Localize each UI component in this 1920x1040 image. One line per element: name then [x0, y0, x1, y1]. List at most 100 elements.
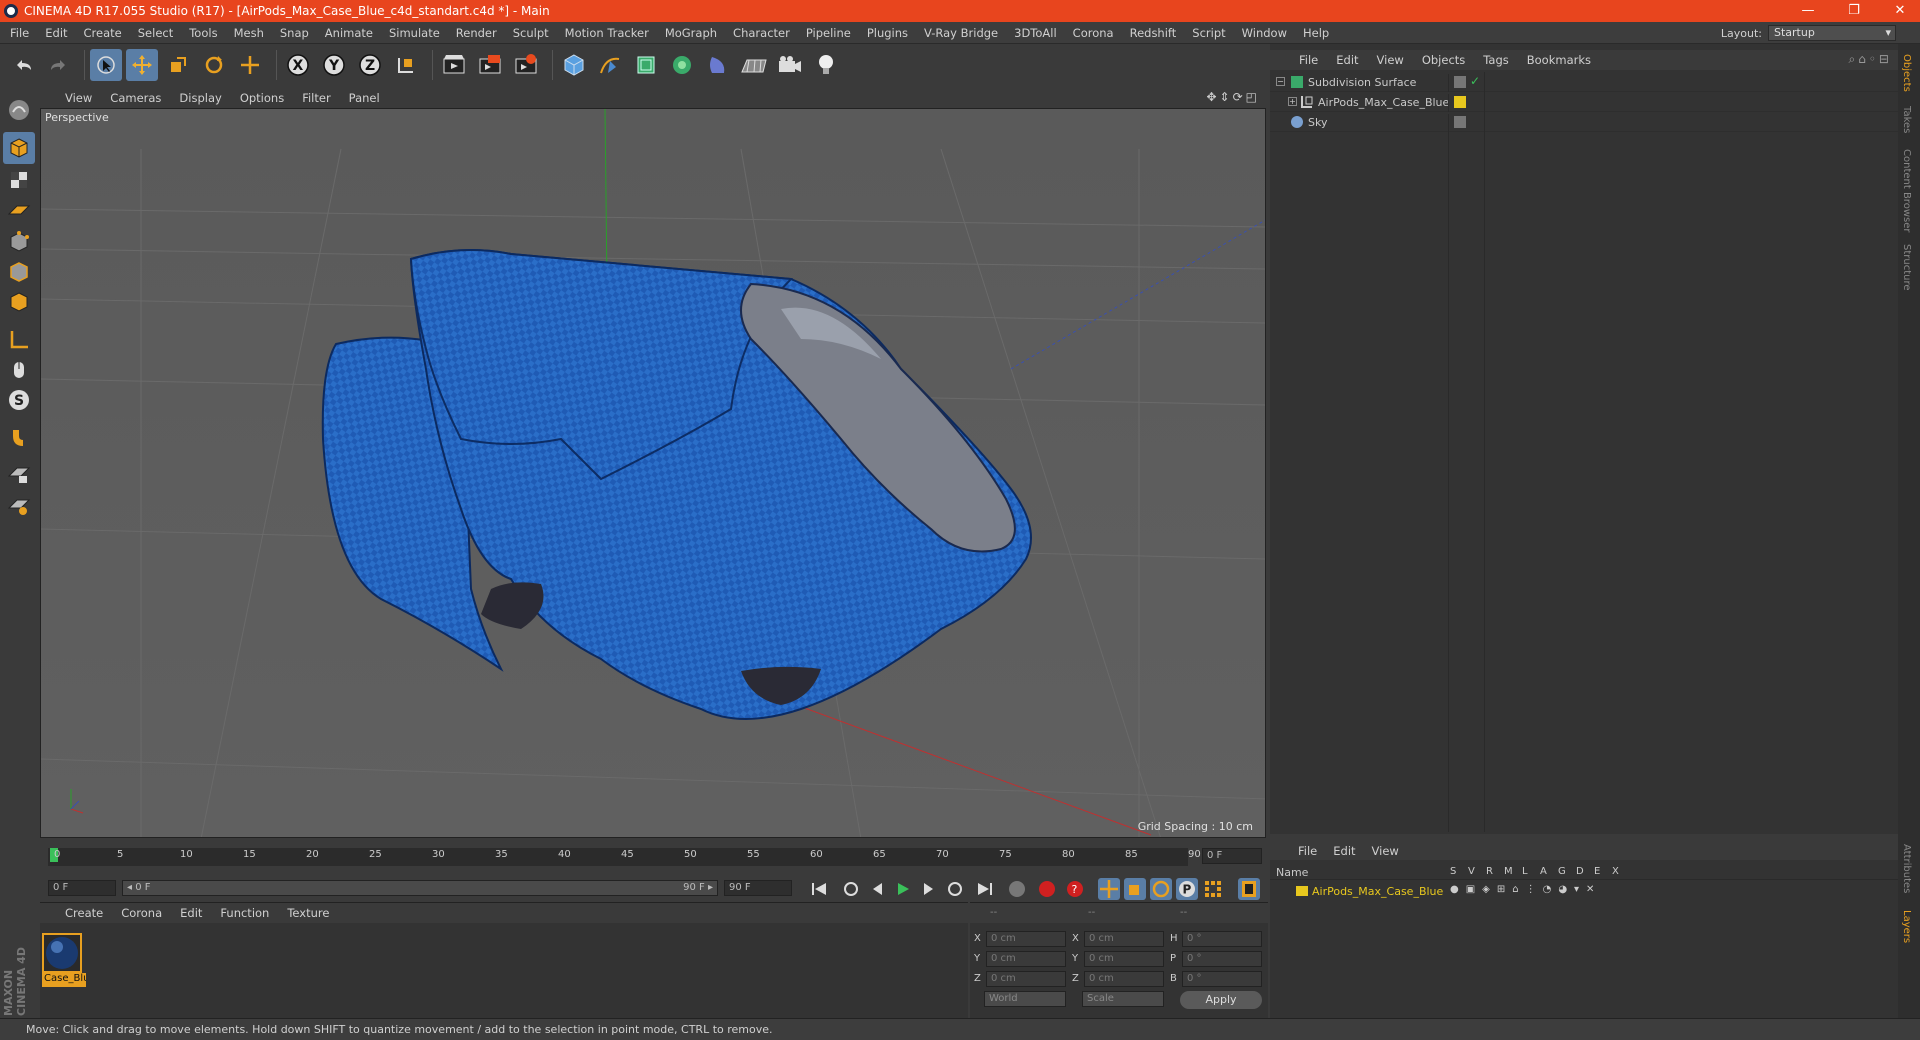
- light-icon[interactable]: [810, 49, 842, 81]
- tab-structure[interactable]: Structure: [1901, 244, 1912, 291]
- menu-render[interactable]: Render: [448, 22, 505, 44]
- layer-name[interactable]: AirPods_Max_Case_Blue: [1312, 885, 1443, 898]
- layer-flags-icons[interactable]: ●▣◈⊞⌂⋮◔◕▾✕: [1450, 884, 1601, 895]
- previous-frame-icon[interactable]: [866, 878, 888, 900]
- menu-mesh[interactable]: Mesh: [226, 22, 272, 44]
- layer-column-header[interactable]: X: [1612, 866, 1619, 877]
- object-menu-edit[interactable]: Edit: [1327, 50, 1367, 70]
- texture-mode-icon[interactable]: [3, 164, 35, 196]
- x-axis-icon[interactable]: X: [282, 49, 314, 81]
- floor-icon[interactable]: [738, 49, 770, 81]
- material-swatch[interactable]: [42, 933, 82, 973]
- menu-plugins[interactable]: Plugins: [859, 22, 916, 44]
- start-frame-field[interactable]: 0 F: [48, 880, 116, 896]
- layer-menu-edit[interactable]: Edit: [1325, 840, 1363, 862]
- menu-file[interactable]: File: [2, 22, 37, 44]
- menu-script[interactable]: Script: [1184, 22, 1233, 44]
- snap-icon[interactable]: S: [3, 384, 35, 416]
- layer-column-header[interactable]: E: [1594, 866, 1600, 877]
- layer-column-header[interactable]: M: [1504, 866, 1513, 877]
- menu-mograph[interactable]: MoGraph: [657, 22, 725, 44]
- menu-3dtoall[interactable]: 3DToAll: [1006, 22, 1065, 44]
- subdivision-surface-icon[interactable]: [630, 49, 662, 81]
- material-name[interactable]: Case_Blu: [42, 973, 86, 987]
- menu-animate[interactable]: Animate: [317, 22, 381, 44]
- timeline-window-icon[interactable]: [1238, 878, 1260, 900]
- next-frame-icon[interactable]: [918, 878, 940, 900]
- layer-color-icon[interactable]: [1454, 96, 1466, 108]
- material-menu-corona[interactable]: Corona: [112, 903, 171, 923]
- object-menu-objects[interactable]: Objects: [1413, 50, 1474, 70]
- object-row-airpods[interactable]: + AirPods_Max_Case_Blue: [1270, 92, 1898, 112]
- enable-axis-icon[interactable]: [3, 324, 35, 356]
- expand-icon[interactable]: +: [1288, 97, 1297, 106]
- viewport-menu-display[interactable]: Display: [170, 88, 230, 108]
- edges-mode-icon[interactable]: [3, 256, 35, 288]
- material-menu-function[interactable]: Function: [211, 903, 278, 923]
- visibility-icon[interactable]: [1454, 116, 1466, 128]
- minimize-button[interactable]: —: [1794, 2, 1822, 20]
- y-axis-icon[interactable]: Y: [318, 49, 350, 81]
- key-pla-icon[interactable]: [1202, 878, 1224, 900]
- menu-snap[interactable]: Snap: [272, 22, 317, 44]
- tab-attributes[interactable]: Attributes: [1901, 844, 1912, 893]
- max-frame-field[interactable]: 90 F: [724, 880, 792, 896]
- coord-value-field[interactable]: 0 cm: [1084, 931, 1164, 947]
- render-picture-viewer-icon[interactable]: [474, 49, 506, 81]
- redo-icon[interactable]: [42, 49, 74, 81]
- layer-column-header[interactable]: R: [1486, 866, 1493, 877]
- menu-corona[interactable]: Corona: [1065, 22, 1122, 44]
- coord-value-field[interactable]: 0 cm: [1084, 971, 1164, 987]
- menu-redshift[interactable]: Redshift: [1122, 22, 1185, 44]
- tab-takes[interactable]: Takes: [1901, 106, 1912, 133]
- tweak-mode-icon[interactable]: [3, 354, 35, 386]
- play-icon[interactable]: [892, 878, 914, 900]
- spline-pen-icon[interactable]: [594, 49, 626, 81]
- points-mode-icon[interactable]: [3, 226, 35, 258]
- menu-v-ray-bridge[interactable]: V-Ray Bridge: [916, 22, 1006, 44]
- go-to-start-icon[interactable]: [808, 878, 830, 900]
- key-position-icon[interactable]: [1098, 878, 1120, 900]
- apply-button[interactable]: Apply: [1180, 991, 1262, 1009]
- frame-range-slider[interactable]: ◂ 0 F 90 F ▸: [122, 880, 718, 896]
- z-axis-icon[interactable]: Z: [354, 49, 386, 81]
- scale-tool-icon[interactable]: [162, 49, 194, 81]
- viewport-menu-cameras[interactable]: Cameras: [101, 88, 170, 108]
- coord-value-field[interactable]: 0 °: [1182, 931, 1262, 947]
- record-icon[interactable]: [1036, 878, 1058, 900]
- menu-tools[interactable]: Tools: [181, 22, 225, 44]
- coord-value-field[interactable]: 0 cm: [986, 951, 1066, 967]
- layout-dropdown[interactable]: Startup: [1768, 25, 1896, 41]
- menu-edit[interactable]: Edit: [37, 22, 75, 44]
- object-menu-tags[interactable]: Tags: [1474, 50, 1517, 70]
- autokey-icon[interactable]: ?: [1064, 878, 1086, 900]
- layer-row[interactable]: AirPods_Max_Case_Blue ●▣◈⊞⌂⋮◔◕▾✕: [1270, 882, 1898, 900]
- key-scale-icon[interactable]: [1124, 878, 1146, 900]
- lock-workplane-icon[interactable]: [3, 458, 35, 490]
- viewport-menu-options[interactable]: Options: [231, 88, 293, 108]
- go-to-end-icon[interactable]: [974, 878, 996, 900]
- tab-layers[interactable]: Layers: [1901, 910, 1912, 943]
- live-selection-icon[interactable]: [90, 49, 122, 81]
- menu-pipeline[interactable]: Pipeline: [798, 22, 859, 44]
- layer-column-header[interactable]: V: [1468, 866, 1475, 877]
- layer-column-header[interactable]: A: [1540, 866, 1547, 877]
- layer-column-header[interactable]: S: [1450, 866, 1456, 877]
- polygons-mode-icon[interactable]: [3, 286, 35, 318]
- deformer-icon[interactable]: [702, 49, 734, 81]
- end-frame-field[interactable]: 0 F: [1202, 848, 1262, 864]
- coordinate-system-icon[interactable]: [390, 49, 422, 81]
- enabled-check-icon[interactable]: ✓: [1470, 74, 1480, 88]
- coord-value-field[interactable]: 0 °: [1182, 951, 1262, 967]
- object-row-subdivision[interactable]: − Subdivision Surface ✓: [1270, 72, 1898, 92]
- world-dropdown[interactable]: World: [984, 991, 1066, 1007]
- menu-help[interactable]: Help: [1295, 22, 1337, 44]
- object-menu-bookmarks[interactable]: Bookmarks: [1518, 50, 1600, 70]
- tab-content-browser[interactable]: Content Browser: [1901, 149, 1912, 232]
- menu-sculpt[interactable]: Sculpt: [505, 22, 557, 44]
- magnet-icon[interactable]: [3, 422, 35, 454]
- menu-create[interactable]: Create: [76, 22, 130, 44]
- layer-menu-view[interactable]: View: [1364, 840, 1407, 862]
- keyframe-selection-icon[interactable]: [1006, 878, 1028, 900]
- layer-column-header[interactable]: D: [1576, 866, 1584, 877]
